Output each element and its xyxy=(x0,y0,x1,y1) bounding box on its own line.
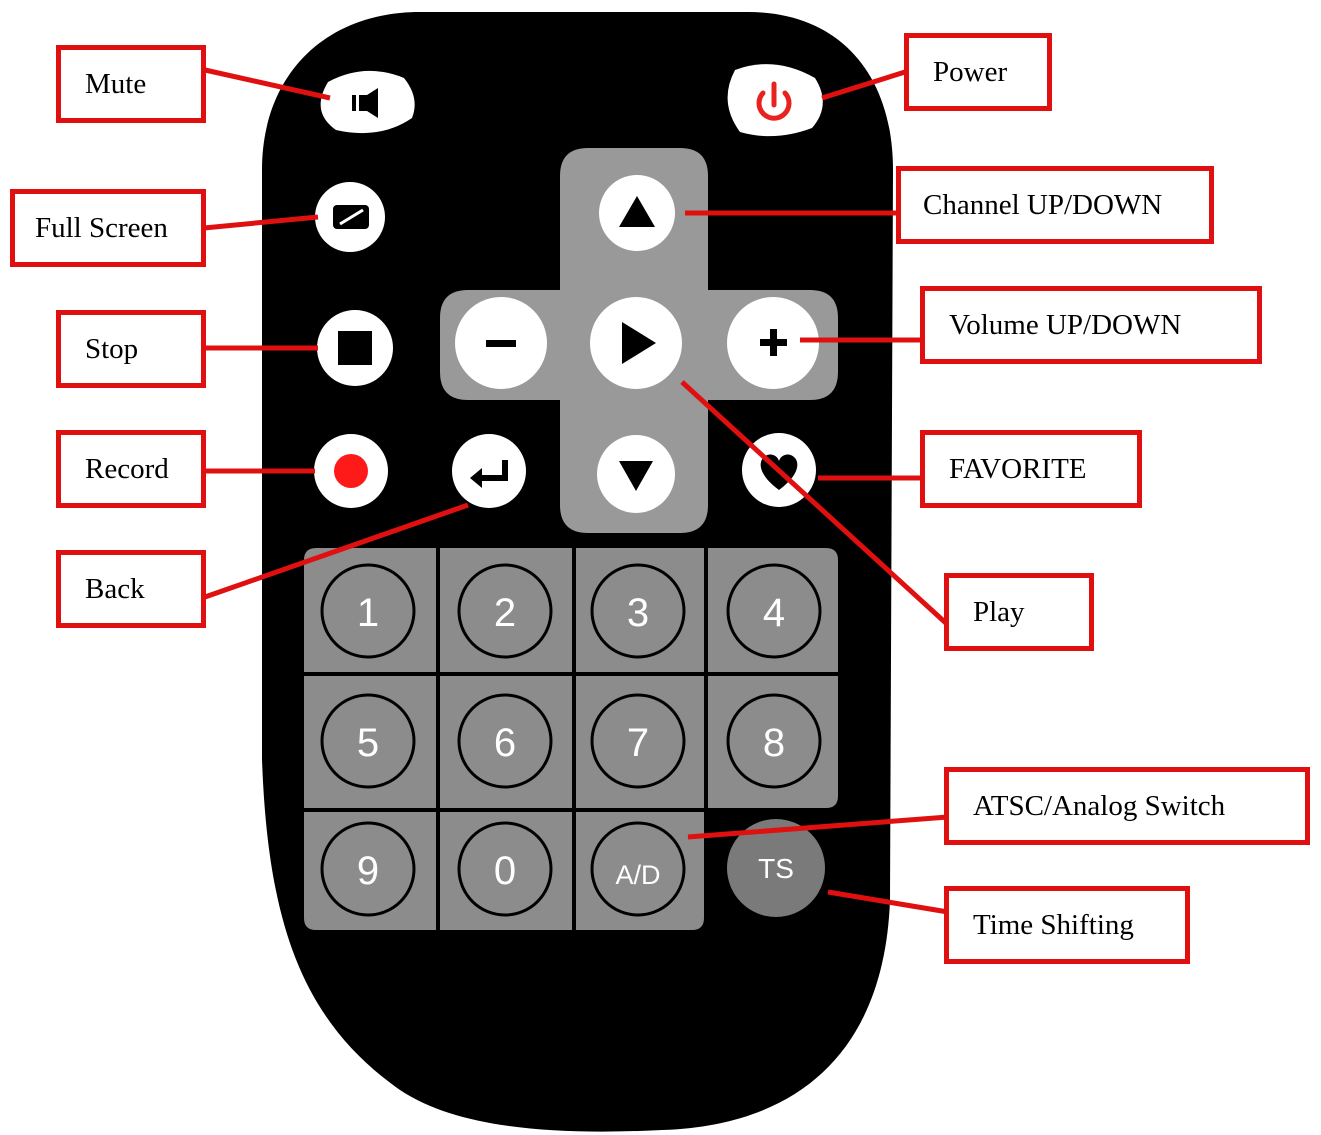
key-1-label: 1 xyxy=(357,591,379,635)
channel-down-button[interactable] xyxy=(597,435,675,513)
callout-record-text: Record xyxy=(85,452,169,485)
back-button[interactable] xyxy=(452,434,526,508)
callout-stop: Stop xyxy=(56,310,206,388)
stop-icon xyxy=(338,331,372,365)
callout-atsc: ATSC/Analog Switch xyxy=(944,767,1310,845)
callout-volume-text: Volume UP/DOWN xyxy=(949,308,1182,341)
callout-atsc-text: ATSC/Analog Switch xyxy=(973,789,1226,822)
callout-back-text: Back xyxy=(85,572,145,605)
key-0-label: 0 xyxy=(494,849,516,893)
key-6-label: 6 xyxy=(494,721,516,765)
key-4-label: 4 xyxy=(763,591,785,635)
callout-favorite-text: FAVORITE xyxy=(949,452,1087,485)
key-2-label: 2 xyxy=(494,591,516,635)
callout-mute-text: Mute xyxy=(85,67,147,100)
full-screen-button[interactable] xyxy=(315,182,385,252)
record-icon xyxy=(334,454,368,488)
callout-power: Power xyxy=(904,33,1052,111)
callout-record: Record xyxy=(56,430,206,508)
callout-back: Back xyxy=(56,550,206,628)
ts-label: TS xyxy=(758,853,794,884)
callout-volume: Volume UP/DOWN xyxy=(920,286,1262,364)
power-button[interactable] xyxy=(727,64,823,137)
minus-icon xyxy=(486,340,516,347)
key-7-label: 7 xyxy=(627,721,649,765)
key-9-label: 9 xyxy=(357,849,379,893)
volume-up-button[interactable] xyxy=(727,297,819,389)
mute-button[interactable] xyxy=(320,70,415,134)
key-ad-label: A/D xyxy=(615,860,660,890)
key-3-label: 3 xyxy=(627,591,649,635)
play-button[interactable] xyxy=(590,297,682,389)
full-screen-icon xyxy=(333,205,369,229)
callout-time-shifting: Time Shifting xyxy=(944,886,1190,964)
callout-play-text: Play xyxy=(973,595,1025,628)
callout-play: Play xyxy=(944,573,1094,651)
callout-favorite: FAVORITE xyxy=(920,430,1142,508)
key-5-label: 5 xyxy=(357,721,379,765)
channel-up-button[interactable] xyxy=(599,175,675,251)
callout-full-screen-text: Full Screen xyxy=(35,211,168,244)
callout-channel: Channel UP/DOWN xyxy=(896,166,1214,244)
callout-mute: Mute xyxy=(56,45,206,123)
callout-channel-text: Channel UP/DOWN xyxy=(923,188,1163,221)
callout-power-text: Power xyxy=(933,55,1008,88)
callout-time-shifting-text: Time Shifting xyxy=(973,908,1134,941)
callout-full-screen: Full Screen xyxy=(10,189,206,267)
volume-down-button[interactable] xyxy=(455,297,547,389)
stop-button[interactable] xyxy=(317,310,393,386)
record-button[interactable] xyxy=(314,434,388,508)
key-8-label: 8 xyxy=(763,721,785,765)
callout-stop-text: Stop xyxy=(85,332,139,365)
